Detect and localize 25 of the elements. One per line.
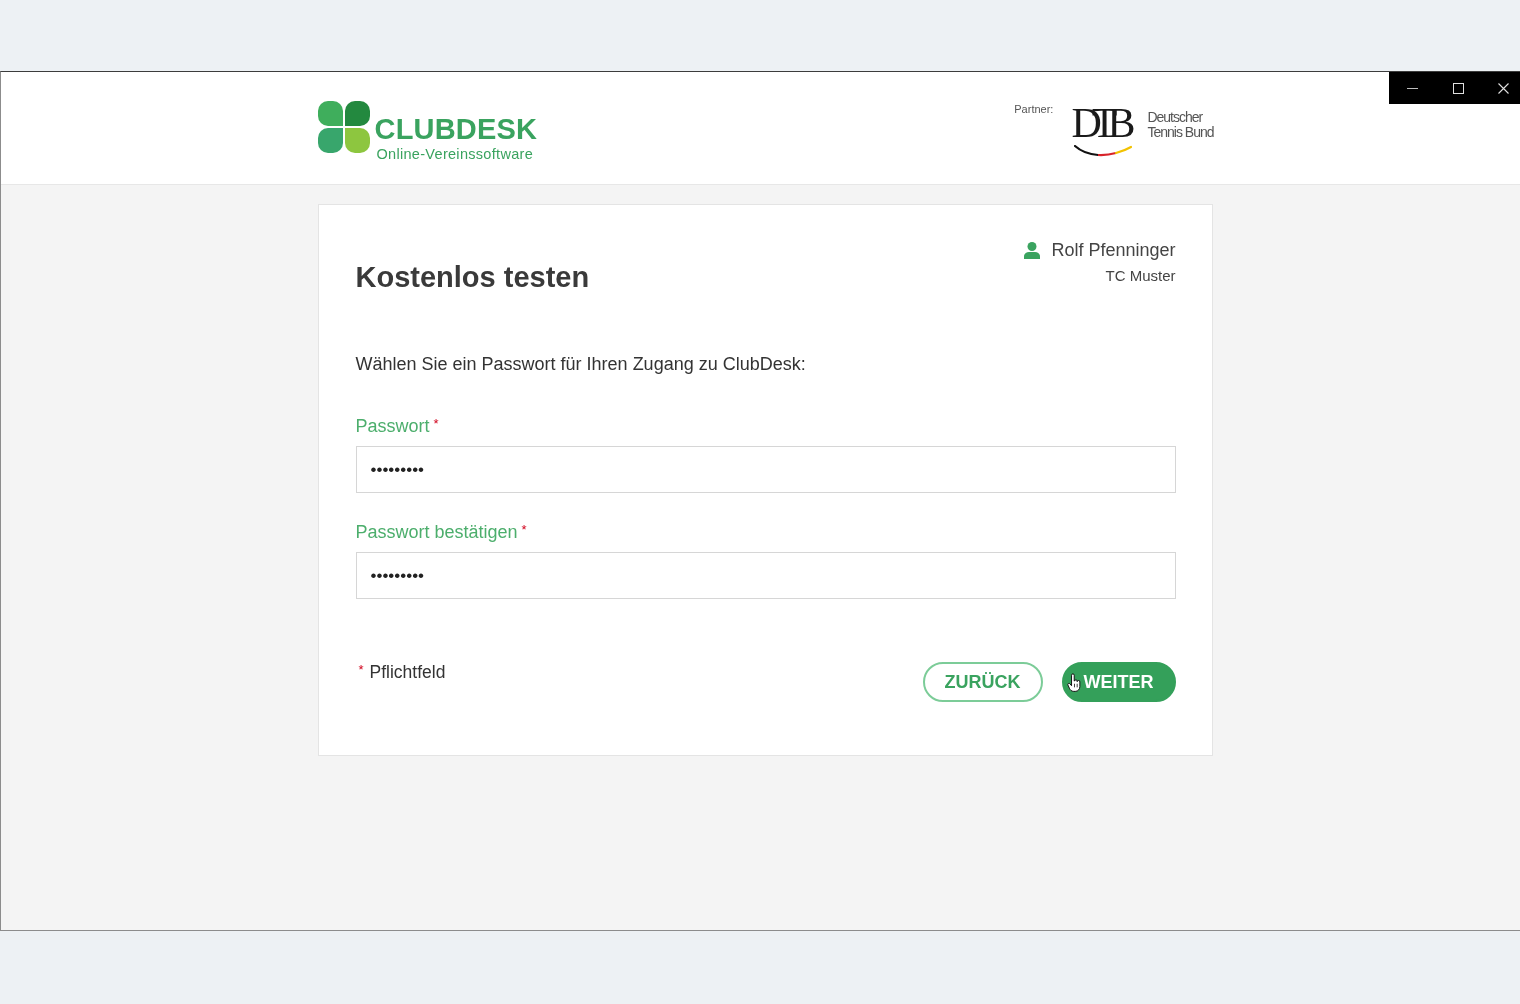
user-name: Rolf Pfenninger xyxy=(1051,239,1176,261)
instruction-text: Wählen Sie ein Passwort für Ihren Zugang zu ClubDesk: xyxy=(355,354,807,374)
password-field[interactable]: ••••••••• xyxy=(355,446,1176,493)
page-title: Kostenlos testen xyxy=(355,260,590,294)
partner-name-line: Deutscher xyxy=(1147,110,1204,125)
logo-wordmark: CLUBDESK xyxy=(374,114,538,144)
partner-name-line: Tennis Bund xyxy=(1147,125,1214,140)
partner-wordmark: DTB xyxy=(1071,102,1136,144)
club-name: TC Muster xyxy=(1105,267,1176,285)
close-icon xyxy=(1498,82,1509,94)
minimize-icon xyxy=(1406,87,1418,89)
password-field[interactable]: ••••••••• xyxy=(355,552,1176,599)
swoosh-icon xyxy=(1074,145,1133,157)
logo-tagline: Online-Vereinssoftware xyxy=(376,146,534,163)
required-note: Pflichtfeld xyxy=(369,662,446,682)
clover-logo-icon xyxy=(316,100,371,154)
required-mark: * xyxy=(521,522,527,537)
required-mark: * xyxy=(358,662,364,677)
maximize-icon xyxy=(1452,82,1464,94)
field-label: Passwort bestätigen xyxy=(355,522,518,542)
user-icon xyxy=(1024,241,1041,259)
field-label: Passwort xyxy=(355,416,430,436)
required-mark: * xyxy=(433,416,439,431)
partner-label: Partner: xyxy=(1014,103,1054,116)
hand-cursor-icon xyxy=(1066,673,1081,692)
